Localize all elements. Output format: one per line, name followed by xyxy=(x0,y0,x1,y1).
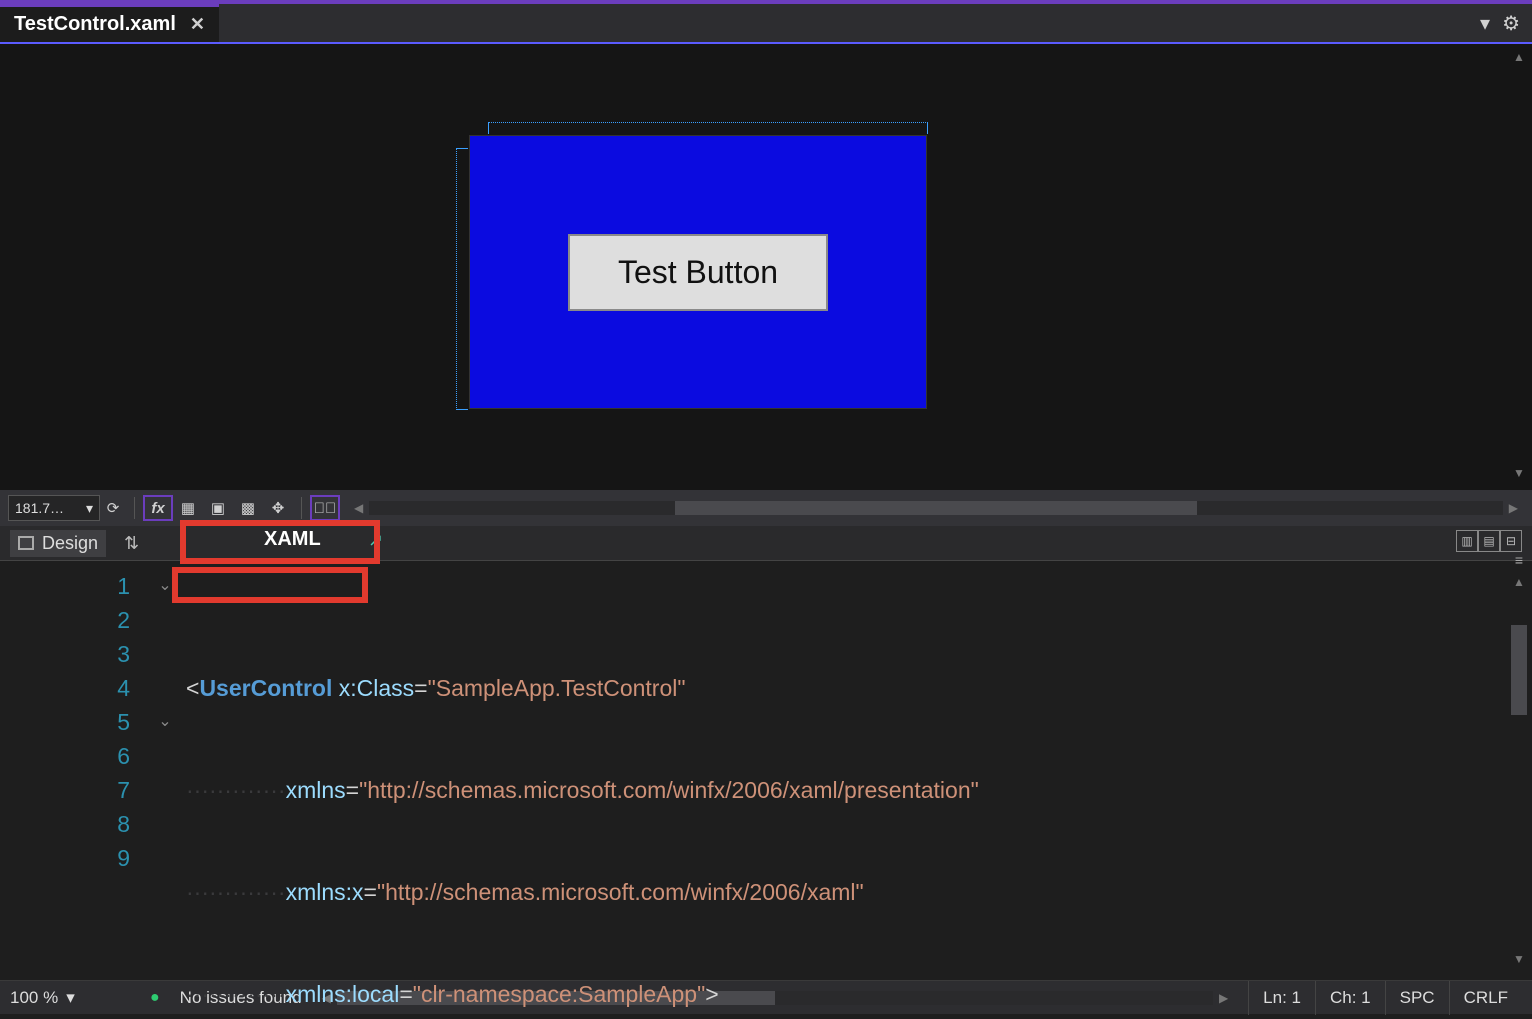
designer-vertical-scrollbar[interactable]: ▲ ▼ xyxy=(1508,50,1530,480)
editor-vertical-scrollbar[interactable]: ▲ ▼ xyxy=(1508,565,1530,976)
separator xyxy=(134,497,135,519)
horizontal-split-icon[interactable]: ▤ xyxy=(1478,530,1500,552)
swap-panes-icon[interactable]: ⇅ xyxy=(124,533,139,554)
fold-toggle-icon[interactable]: ⌄ xyxy=(150,705,180,739)
show-snap-grid-icon[interactable]: ▩ xyxy=(233,495,263,521)
preview-button[interactable]: Test Button xyxy=(568,234,828,311)
usercontrol-preview[interactable]: Test Button xyxy=(470,136,926,408)
callout-highlight xyxy=(180,520,380,564)
xaml-code-editor[interactable]: ≡ 123 456 789 ⌄ ⌄ <UserControl x:Class="… xyxy=(0,560,1532,980)
tab-title: TestControl.xaml xyxy=(14,13,176,36)
zoom-value: 181.7… xyxy=(15,500,64,516)
close-icon[interactable]: ✕ xyxy=(190,14,205,35)
code-folding-column[interactable]: ⌄ ⌄ xyxy=(150,561,180,980)
document-tabbar: TestControl.xaml ✕ ▾ ⚙ xyxy=(0,0,1532,42)
check-circle-icon: ● xyxy=(150,989,160,1007)
scrollbar-thumb[interactable] xyxy=(675,501,1196,515)
design-canvas[interactable]: Test Button xyxy=(470,136,926,408)
tab-testcontrol-xaml[interactable]: TestControl.xaml ✕ xyxy=(0,4,219,42)
scrollbar-thumb[interactable] xyxy=(1511,625,1527,715)
design-tab-label: Design xyxy=(42,533,98,554)
xaml-designer-surface[interactable]: Test Button ▲ ▼ xyxy=(0,42,1532,490)
designer-horizontal-scrollbar[interactable]: ◀ ▶ xyxy=(348,501,1524,515)
design-pane-icon xyxy=(18,536,34,550)
separator xyxy=(301,497,302,519)
toggle-artboard-icon[interactable]: ✥ xyxy=(263,495,293,521)
scroll-down-icon[interactable]: ▼ xyxy=(1513,466,1525,480)
ruler-vertical xyxy=(456,148,468,410)
design-xaml-split-header: Design ⇅ XAML ↗ ▥ ▤ ⊟ xyxy=(0,526,1532,560)
line-number-gutter: 123 456 789 xyxy=(0,561,150,980)
refresh-icon[interactable]: ⟳ xyxy=(100,499,126,517)
editor-zoom-value: 100 % xyxy=(10,988,58,1008)
code-text-area[interactable]: <UserControl x:Class="SampleApp.TestCont… xyxy=(180,561,1532,980)
chevron-down-icon: ▾ xyxy=(66,988,75,1008)
snap-to-grid-icon[interactable]: ▣ xyxy=(203,495,233,521)
grid-snap-icon[interactable]: ▦ xyxy=(173,495,203,521)
chevron-down-icon: ▾ xyxy=(86,500,93,517)
zoom-combo[interactable]: 181.7… ▾ xyxy=(8,495,100,521)
vertical-split-icon[interactable]: ▥ xyxy=(1456,530,1478,552)
disable-project-code-icon[interactable]: �⃞ xyxy=(310,495,340,521)
scroll-left-icon[interactable]: ◀ xyxy=(348,501,369,515)
scroll-down-icon[interactable]: ▼ xyxy=(1513,942,1525,976)
callout-highlight xyxy=(172,567,368,603)
gear-icon[interactable]: ⚙ xyxy=(1502,11,1520,36)
scroll-up-icon[interactable]: ▲ xyxy=(1513,50,1525,64)
editor-zoom-combo[interactable]: 100 % ▾ xyxy=(10,988,130,1008)
tab-design[interactable]: Design xyxy=(10,530,106,557)
scroll-right-icon[interactable]: ▶ xyxy=(1503,501,1524,515)
effects-fx-icon[interactable]: fx xyxy=(143,495,173,521)
tab-overflow-dropdown[interactable]: ▾ xyxy=(1480,11,1490,36)
scroll-up-icon[interactable]: ▲ xyxy=(1513,565,1525,599)
ruler-horizontal xyxy=(488,122,928,134)
